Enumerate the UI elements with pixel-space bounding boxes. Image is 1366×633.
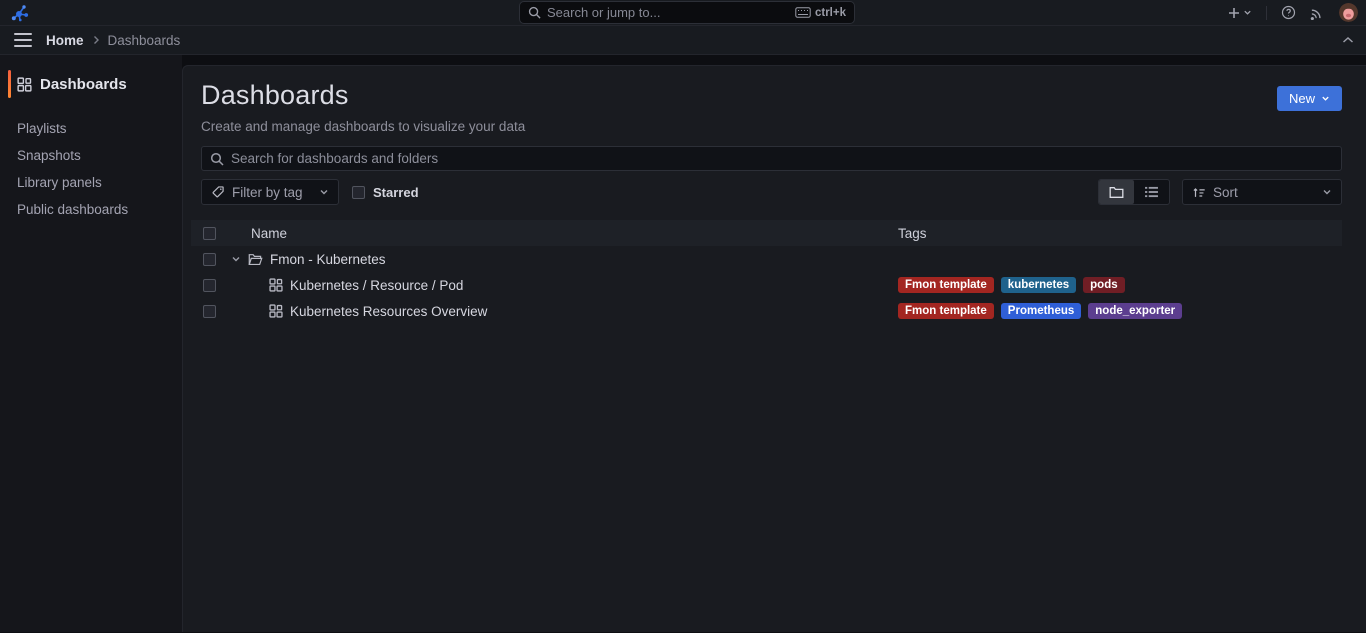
breadcrumb-current: Dashboards bbox=[108, 33, 181, 48]
active-indicator bbox=[8, 70, 11, 98]
global-search-input[interactable] bbox=[547, 5, 789, 20]
tag-badge[interactable]: Prometheus bbox=[1001, 303, 1081, 319]
page-header: Dashboards Create and manage dashboards … bbox=[201, 80, 1342, 134]
row-tags: Fmon template kubernetes pods bbox=[890, 277, 1342, 293]
filter-toolbar: Filter by tag Starred bbox=[201, 179, 1342, 205]
topnav-divider bbox=[1266, 6, 1267, 20]
sidebar-item-playlists[interactable]: Playlists bbox=[0, 115, 182, 142]
starred-checkbox[interactable] bbox=[352, 186, 365, 199]
table-row: Kubernetes / Resource / Pod Fmon template… bbox=[191, 272, 1342, 298]
search-icon bbox=[528, 6, 541, 19]
sidebar-item-dashboards[interactable]: Dashboards bbox=[0, 69, 182, 99]
tag-filter-label: Filter by tag bbox=[232, 185, 303, 200]
chevron-down-icon bbox=[1322, 187, 1332, 197]
keyboard-icon bbox=[795, 7, 811, 18]
folder-name-link[interactable]: Fmon - Kubernetes bbox=[231, 252, 890, 267]
dashboard-search-box[interactable] bbox=[201, 146, 1342, 171]
dashboard-icon bbox=[269, 304, 283, 318]
page-subtitle: Create and manage dashboards to visualiz… bbox=[201, 119, 525, 134]
select-all-checkbox[interactable] bbox=[203, 227, 216, 240]
folder-view-button[interactable] bbox=[1099, 180, 1134, 204]
dashboard-search-input[interactable] bbox=[231, 151, 1333, 166]
apps-icon bbox=[17, 77, 32, 92]
row-tags: Fmon template Prometheus node_exporter bbox=[890, 303, 1342, 319]
chevron-down-icon bbox=[1321, 94, 1330, 103]
tag-badge[interactable]: pods bbox=[1083, 277, 1124, 293]
sort-icon bbox=[1192, 186, 1206, 199]
tag-badge[interactable]: node_exporter bbox=[1088, 303, 1182, 319]
table-row: Kubernetes Resources Overview Fmon templa… bbox=[191, 298, 1342, 324]
topnav-actions bbox=[1227, 3, 1358, 22]
dashboards-table: Name Tags Fmon - Kubernetes Kubernetes / … bbox=[191, 220, 1342, 324]
chevron-up-icon[interactable] bbox=[1342, 36, 1354, 44]
tag-filter-select[interactable]: Filter by tag bbox=[201, 179, 339, 205]
global-search-box[interactable]: ctrl+k bbox=[519, 1, 855, 24]
sort-select[interactable]: Sort bbox=[1182, 179, 1342, 205]
row-name-label: Kubernetes Resources Overview bbox=[290, 304, 487, 319]
menu-toggle-icon[interactable] bbox=[14, 33, 32, 47]
chevron-down-icon bbox=[319, 187, 329, 197]
sidebar-item-snapshots[interactable]: Snapshots bbox=[0, 142, 182, 169]
chevron-right-icon bbox=[92, 35, 100, 45]
sidebar-section-label: Dashboards bbox=[40, 76, 127, 93]
tag-badge[interactable]: kubernetes bbox=[1001, 277, 1076, 293]
breadcrumb-home[interactable]: Home bbox=[46, 33, 84, 48]
row-checkbox[interactable] bbox=[203, 305, 216, 318]
table-body: Fmon - Kubernetes Kubernetes / Resource /… bbox=[191, 246, 1342, 324]
row-checkbox[interactable] bbox=[203, 253, 216, 266]
keyboard-shortcut-hint: ctrl+k bbox=[795, 7, 846, 19]
table-header-row: Name Tags bbox=[191, 220, 1342, 246]
help-icon[interactable] bbox=[1281, 5, 1296, 20]
tag-badge[interactable]: Fmon template bbox=[898, 303, 994, 319]
row-checkbox[interactable] bbox=[203, 279, 216, 292]
new-button[interactable]: New bbox=[1277, 86, 1342, 111]
starred-label: Starred bbox=[373, 185, 419, 200]
tags-column-header: Tags bbox=[890, 226, 1342, 241]
folder-open-icon bbox=[248, 253, 263, 266]
new-menu-button[interactable] bbox=[1227, 6, 1252, 20]
dashboard-icon bbox=[269, 278, 283, 292]
grafana-dashboards-page: ctrl+k bbox=[0, 0, 1366, 633]
news-icon[interactable] bbox=[1310, 5, 1325, 20]
user-avatar[interactable] bbox=[1339, 3, 1358, 22]
layout-switcher bbox=[1098, 179, 1170, 205]
name-column-header: Name bbox=[231, 226, 890, 241]
main-shell: Dashboards PlaylistsSnapshotsLibrary pan… bbox=[0, 55, 1366, 632]
dashboard-name-link[interactable]: Kubernetes Resources Overview bbox=[231, 304, 890, 319]
breadcrumb-bar: Home Dashboards bbox=[0, 26, 1366, 55]
sidebar-item-library-panels[interactable]: Library panels bbox=[0, 169, 182, 196]
page-title: Dashboards bbox=[201, 80, 525, 111]
breadcrumb: Home Dashboards bbox=[46, 33, 180, 48]
content-panel: Dashboards Create and manage dashboards … bbox=[182, 65, 1366, 632]
list-view-button[interactable] bbox=[1134, 180, 1169, 204]
tag-badge[interactable]: Fmon template bbox=[898, 277, 994, 293]
sidebar: Dashboards PlaylistsSnapshotsLibrary pan… bbox=[0, 55, 182, 632]
search-icon bbox=[210, 152, 224, 166]
table-row: Fmon - Kubernetes bbox=[191, 246, 1342, 272]
toolbar-right: Sort bbox=[1098, 179, 1342, 205]
dashboard-name-link[interactable]: Kubernetes / Resource / Pod bbox=[231, 278, 890, 293]
tag-icon bbox=[211, 185, 225, 199]
row-name-label: Kubernetes / Resource / Pod bbox=[290, 278, 463, 293]
sort-label: Sort bbox=[1213, 185, 1238, 200]
row-name-label: Fmon - Kubernetes bbox=[270, 252, 386, 267]
chevron-down-icon[interactable] bbox=[231, 254, 241, 264]
starred-filter[interactable]: Starred bbox=[352, 185, 419, 200]
sidebar-items: PlaylistsSnapshotsLibrary panelsPublic d… bbox=[0, 115, 182, 223]
top-nav-bar: ctrl+k bbox=[0, 0, 1366, 26]
sidebar-item-public-dashboards[interactable]: Public dashboards bbox=[0, 196, 182, 223]
grafana-logo-icon[interactable] bbox=[10, 3, 30, 23]
